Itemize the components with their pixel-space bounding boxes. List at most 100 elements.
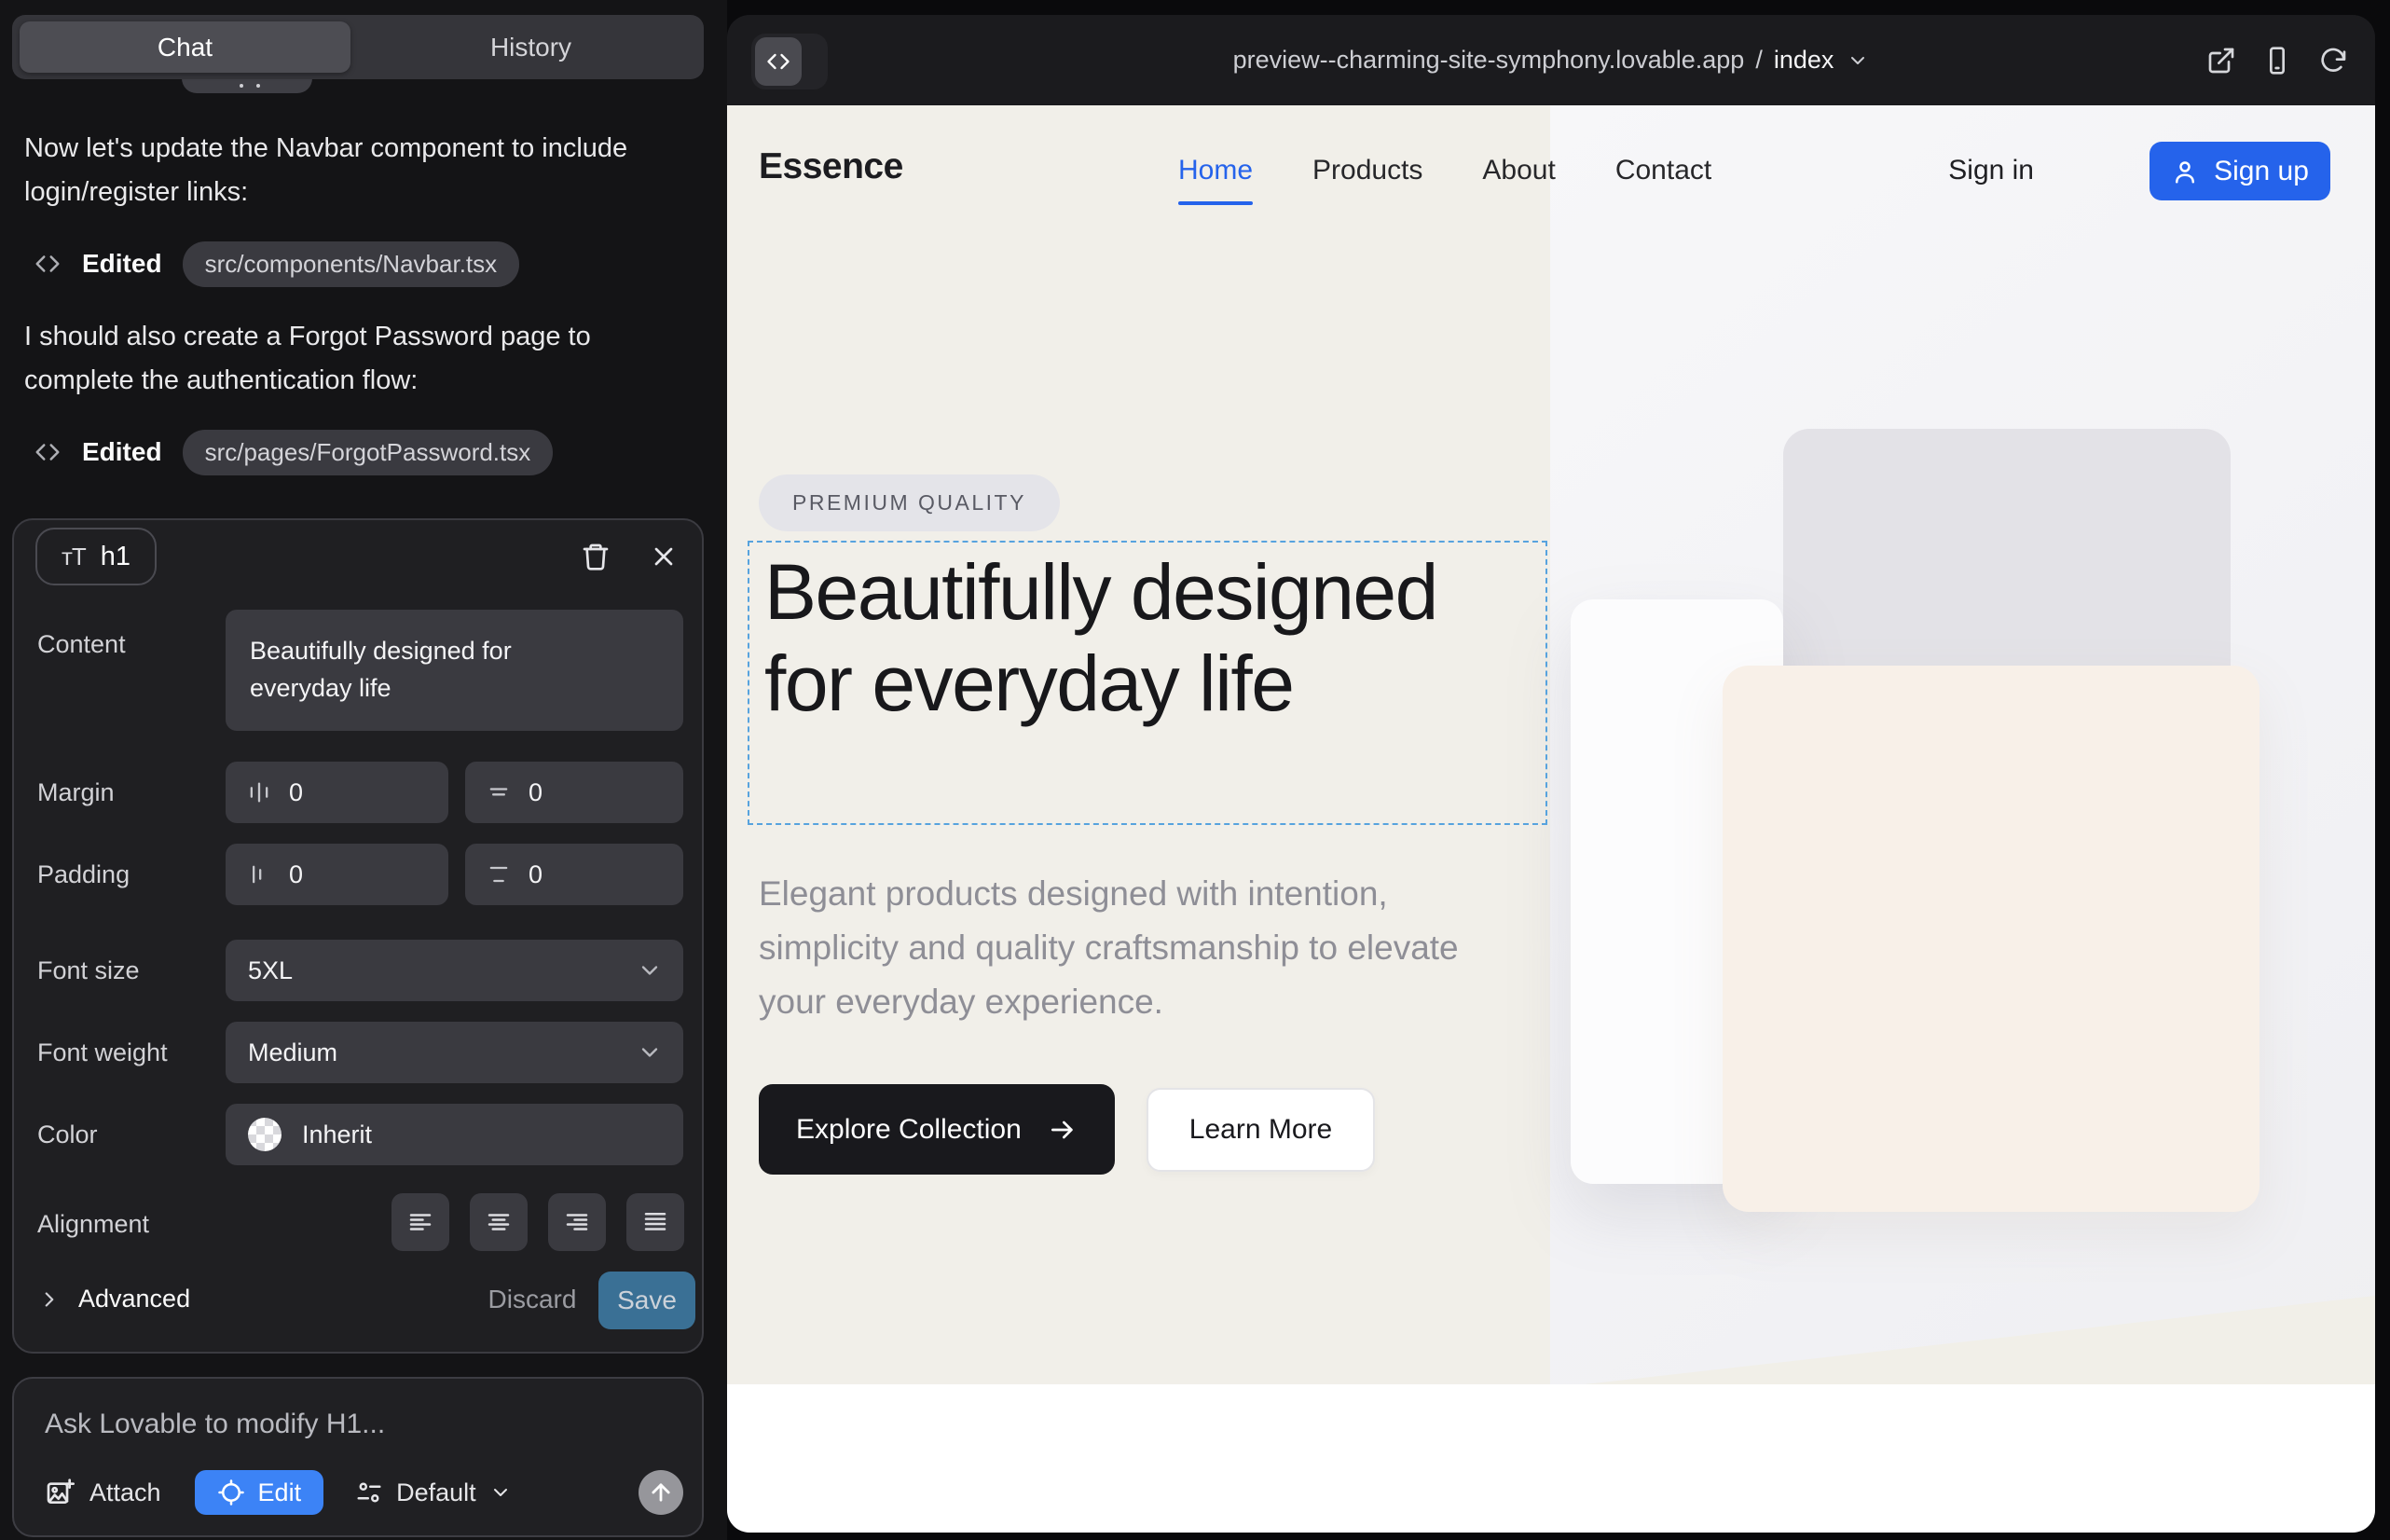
padding-vertical-input[interactable]: 0	[465, 844, 683, 905]
content-label: Content	[37, 630, 126, 659]
align-justify-icon	[641, 1208, 669, 1236]
sign-in-label: Sign in	[1948, 155, 2034, 186]
premium-quality-badge: PREMIUM QUALITY	[759, 474, 1060, 531]
advanced-toggle[interactable]: Advanced	[37, 1285, 190, 1313]
user-icon	[2171, 158, 2199, 186]
content-textarea[interactable]: Beautifully designed for everyday life	[226, 610, 683, 731]
open-external-button[interactable]	[2205, 45, 2237, 76]
align-center-button[interactable]	[470, 1193, 528, 1251]
close-editor-button[interactable]	[646, 539, 681, 574]
composer-toolbar: Attach Edit Default	[45, 1468, 683, 1517]
edited-file-badge[interactable]: src/pages/ForgotPassword.tsx	[183, 430, 554, 475]
chevron-down-icon	[1847, 49, 1869, 72]
element-editor-panel: тT h1 Content Beautifully designed for e…	[12, 518, 704, 1354]
margin-vertical-input[interactable]: 0	[465, 762, 683, 823]
save-button[interactable]: Save	[598, 1272, 695, 1329]
image-plus-icon	[45, 1478, 75, 1507]
hero-headline[interactable]: Beautifully designed for everyday life	[764, 546, 1454, 729]
decor-card-cream	[1723, 666, 2260, 1212]
edited-file-row: Edited src/components/Navbar.tsx	[34, 242, 519, 285]
margin-vertical-value: 0	[529, 778, 543, 807]
advanced-label: Advanced	[78, 1285, 190, 1313]
sign-up-button[interactable]: Sign up	[2150, 142, 2330, 200]
hero-cta-row: Explore Collection Learn More	[759, 1084, 1375, 1175]
tab-chat[interactable]: Chat	[20, 21, 350, 73]
model-default-selector[interactable]: Default	[355, 1478, 512, 1507]
nav-link-home[interactable]: Home	[1178, 132, 1253, 209]
nav-link-products[interactable]: Products	[1312, 132, 1422, 209]
align-left-icon	[406, 1208, 434, 1236]
color-swatch-checker	[248, 1118, 282, 1151]
sign-up-label: Sign up	[2214, 156, 2309, 187]
nav-link-about[interactable]: About	[1482, 132, 1555, 209]
delete-element-button[interactable]	[578, 539, 613, 574]
trash-icon	[581, 542, 611, 571]
attach-button[interactable]: Attach	[45, 1478, 161, 1507]
margin-horizontal-icon	[246, 779, 272, 805]
font-size-label: Font size	[37, 956, 140, 985]
align-right-icon	[563, 1208, 591, 1236]
align-center-icon	[485, 1208, 513, 1236]
hero-description: Elegant products designed with intention…	[759, 867, 1514, 1029]
content-value: Beautifully designed for everyday life	[250, 632, 604, 707]
preview-url[interactable]: preview--charming-site-symphony.lovable.…	[727, 15, 2375, 105]
external-link-icon	[2206, 46, 2236, 76]
alignment-label: Alignment	[37, 1210, 149, 1239]
font-weight-value: Medium	[248, 1038, 337, 1067]
margin-label: Margin	[37, 778, 115, 807]
margin-horizontal-input[interactable]: 0	[226, 762, 448, 823]
refresh-button[interactable]	[2317, 45, 2349, 76]
selected-element-tag[interactable]: тT h1	[35, 528, 157, 585]
send-button[interactable]	[639, 1470, 683, 1515]
padding-horizontal-icon	[246, 861, 272, 887]
site-nav-links: Home Products About Contact	[1178, 105, 1711, 236]
tab-history[interactable]: History	[365, 21, 696, 73]
padding-horizontal-value: 0	[289, 860, 303, 889]
url-domain: preview--charming-site-symphony.lovable.…	[1233, 46, 1745, 75]
edited-file-row: Edited src/pages/ForgotPassword.tsx	[34, 431, 553, 474]
align-right-button[interactable]	[548, 1193, 606, 1251]
site-logo[interactable]: Essence	[759, 146, 903, 187]
align-left-button[interactable]	[391, 1193, 449, 1251]
chat-history-tabs: Chat History	[12, 15, 704, 79]
lovable-left-panel: Chat History Now let's update the Navbar…	[0, 0, 727, 1540]
explore-collection-label: Explore Collection	[796, 1114, 1022, 1146]
color-label: Color	[37, 1121, 98, 1149]
padding-label: Padding	[37, 860, 130, 889]
composer-input[interactable]: Ask Lovable to modify H1...	[45, 1409, 385, 1440]
learn-more-label: Learn More	[1189, 1114, 1332, 1146]
margin-horizontal-value: 0	[289, 778, 303, 807]
code-icon	[34, 438, 62, 466]
font-weight-label: Font weight	[37, 1038, 168, 1067]
arrow-right-icon	[1048, 1115, 1078, 1145]
explore-collection-button[interactable]: Explore Collection	[759, 1084, 1115, 1175]
color-select[interactable]: Inherit	[226, 1104, 683, 1165]
element-selection-outline[interactable]: Beautifully designed for everyday life	[748, 541, 1547, 825]
learn-more-button[interactable]: Learn More	[1147, 1088, 1375, 1172]
chevron-down-icon	[489, 1481, 512, 1504]
close-icon	[649, 542, 679, 571]
edited-label: Edited	[82, 437, 162, 467]
alignment-button-group	[391, 1193, 684, 1251]
chat-message: I should also create a Forgot Password p…	[24, 315, 667, 403]
align-justify-button[interactable]	[626, 1193, 684, 1251]
smartphone-icon	[2262, 46, 2292, 76]
edit-mode-button[interactable]: Edit	[195, 1470, 324, 1515]
chevron-right-icon	[37, 1287, 62, 1312]
sign-in-link[interactable]: Sign in	[1948, 105, 2034, 236]
site-navbar: Essence Home Products About Contact Sign…	[727, 105, 2375, 236]
padding-horizontal-input[interactable]: 0	[226, 844, 448, 905]
font-weight-select[interactable]: Medium	[226, 1022, 683, 1083]
padding-vertical-value: 0	[529, 860, 543, 889]
discard-button[interactable]: Discard	[480, 1285, 584, 1314]
preview-browser-bar: preview--charming-site-symphony.lovable.…	[727, 15, 2375, 105]
element-tag-label: h1	[101, 542, 130, 572]
edited-file-badge[interactable]: src/components/Navbar.tsx	[183, 241, 520, 287]
mobile-view-button[interactable]	[2261, 45, 2293, 76]
nav-link-contact[interactable]: Contact	[1615, 132, 1711, 209]
url-separator: /	[1755, 46, 1763, 75]
font-size-select[interactable]: 5XL	[226, 940, 683, 1001]
chevron-down-icon	[637, 1039, 663, 1066]
arrow-up-icon	[648, 1479, 674, 1506]
sliders-icon	[355, 1478, 383, 1506]
